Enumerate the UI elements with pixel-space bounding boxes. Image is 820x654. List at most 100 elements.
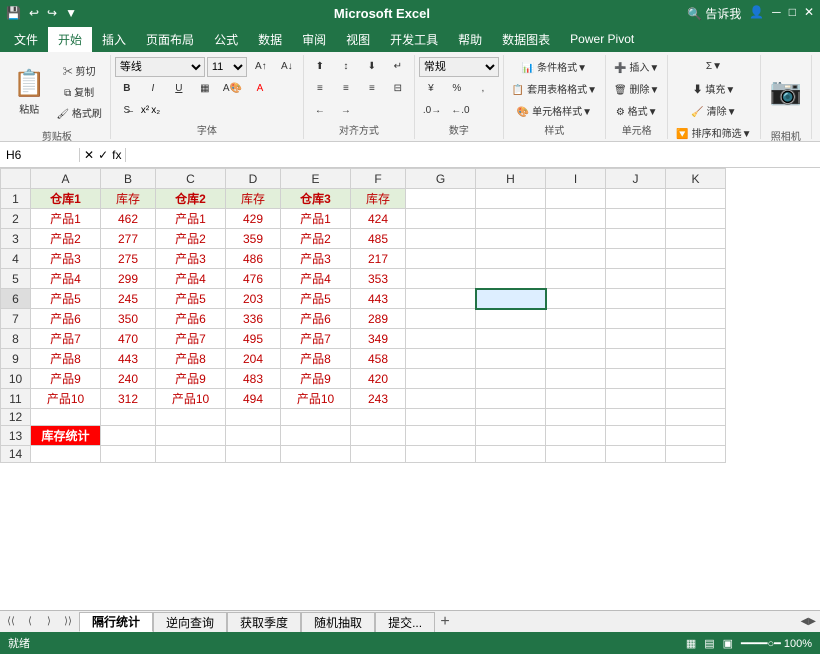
quick-save-icon[interactable]: 💾 [6, 6, 21, 20]
cell-b2[interactable]: 462 [101, 209, 156, 229]
cell-h13[interactable] [476, 426, 546, 446]
cell-b6[interactable]: 245 [101, 289, 156, 309]
decrease-decimal-btn[interactable]: ←.0 [447, 101, 473, 121]
cell-g4[interactable] [406, 249, 476, 269]
cell-c10[interactable]: 产品9 [156, 369, 226, 389]
cell-i12[interactable] [546, 409, 606, 426]
cell-b1[interactable]: 库存 [101, 189, 156, 209]
tab-view[interactable]: 视图 [336, 27, 380, 52]
row-num-13[interactable]: 13 [1, 426, 31, 446]
cell-f13[interactable] [351, 426, 406, 446]
cell-a4[interactable]: 产品3 [31, 249, 101, 269]
view-normal-icon[interactable]: ▦ [686, 637, 696, 650]
row-num-2[interactable]: 2 [1, 209, 31, 229]
cell-k10[interactable] [666, 369, 726, 389]
cell-c8[interactable]: 产品7 [156, 329, 226, 349]
cell-d5[interactable]: 476 [226, 269, 281, 289]
cell-b5[interactable]: 299 [101, 269, 156, 289]
cell-e9[interactable]: 产品8 [281, 349, 351, 369]
cell-g14[interactable] [406, 446, 476, 463]
cell-d11[interactable]: 494 [226, 389, 281, 409]
cell-k2[interactable] [666, 209, 726, 229]
fill-btn[interactable]: ⬇ 填充▼ [689, 79, 740, 99]
cell-a8[interactable]: 产品7 [31, 329, 101, 349]
cell-c5[interactable]: 产品4 [156, 269, 226, 289]
add-sheet-button[interactable]: + [435, 612, 455, 632]
cell-c4[interactable]: 产品3 [156, 249, 226, 269]
close-btn[interactable]: ✕ [804, 5, 814, 22]
font-size-select[interactable]: 11 [207, 57, 247, 77]
cell-g10[interactable] [406, 369, 476, 389]
font-name-select[interactable]: 等线 [115, 57, 205, 77]
tab-first-arrow[interactable]: ⟨⟨ [2, 612, 20, 632]
cell-b11[interactable]: 312 [101, 389, 156, 409]
formula-input[interactable] [126, 148, 820, 162]
cell-styles-btn[interactable]: 🎨 单元格样式▼ [513, 101, 596, 121]
cell-j13[interactable] [606, 426, 666, 446]
cell-j10[interactable] [606, 369, 666, 389]
cell-e11[interactable]: 产品10 [281, 389, 351, 409]
insert-btn[interactable]: ➕ 插入▼ [610, 57, 663, 77]
cell-g8[interactable] [406, 329, 476, 349]
cell-a9[interactable]: 产品8 [31, 349, 101, 369]
cell-j7[interactable] [606, 309, 666, 329]
cell-k11[interactable] [666, 389, 726, 409]
align-bottom-btn[interactable]: ⬇ [360, 57, 384, 77]
cell-a1[interactable]: 仓库1 [31, 189, 101, 209]
cell-d2[interactable]: 429 [226, 209, 281, 229]
cell-k13[interactable] [666, 426, 726, 446]
cell-f5[interactable]: 353 [351, 269, 406, 289]
insert-function-icon[interactable]: fx [112, 148, 121, 162]
cell-f12[interactable] [351, 409, 406, 426]
bold-button[interactable]: B [115, 79, 139, 99]
cell-e14[interactable] [281, 446, 351, 463]
cell-j6[interactable] [606, 289, 666, 309]
cell-a7[interactable]: 产品6 [31, 309, 101, 329]
row-num-4[interactable]: 4 [1, 249, 31, 269]
row-num-7[interactable]: 7 [1, 309, 31, 329]
cell-e8[interactable]: 产品7 [281, 329, 351, 349]
cell-j11[interactable] [606, 389, 666, 409]
cell-f10[interactable]: 420 [351, 369, 406, 389]
cell-k5[interactable] [666, 269, 726, 289]
superscript-btn[interactable]: x² [141, 105, 149, 116]
row-num-5[interactable]: 5 [1, 269, 31, 289]
cell-d14[interactable] [226, 446, 281, 463]
tab-file[interactable]: 文件 [4, 27, 48, 52]
cell-e10[interactable]: 产品9 [281, 369, 351, 389]
cell-a3[interactable]: 产品2 [31, 229, 101, 249]
align-top-btn[interactable]: ⬆ [308, 57, 332, 77]
cell-e12[interactable] [281, 409, 351, 426]
col-header-g[interactable]: G [406, 169, 476, 189]
cell-i10[interactable] [546, 369, 606, 389]
cell-k9[interactable] [666, 349, 726, 369]
cell-e1[interactable]: 仓库3 [281, 189, 351, 209]
cell-b13[interactable] [101, 426, 156, 446]
cell-f8[interactable]: 349 [351, 329, 406, 349]
cell-d8[interactable]: 495 [226, 329, 281, 349]
cell-h12[interactable] [476, 409, 546, 426]
cell-j5[interactable] [606, 269, 666, 289]
row-num-9[interactable]: 9 [1, 349, 31, 369]
tab-home[interactable]: 开始 [48, 27, 92, 52]
zoom-slider[interactable]: ━━━━○━ 100% [741, 637, 812, 650]
cell-c6[interactable]: 产品5 [156, 289, 226, 309]
cell-b9[interactable]: 443 [101, 349, 156, 369]
minimize-btn[interactable]: ─ [772, 5, 781, 22]
tab-page-layout[interactable]: 页面布局 [136, 27, 204, 52]
horizontal-scrollbar[interactable]: ◀▶ [455, 616, 820, 627]
cell-d12[interactable] [226, 409, 281, 426]
row-num-11[interactable]: 11 [1, 389, 31, 409]
cell-f7[interactable]: 289 [351, 309, 406, 329]
cell-d6[interactable]: 203 [226, 289, 281, 309]
cell-f11[interactable]: 243 [351, 389, 406, 409]
user-icon[interactable]: 👤 [749, 5, 764, 22]
sort-filter-btn[interactable]: 🔽 排序和筛选▼ [672, 123, 755, 143]
cell-d4[interactable]: 486 [226, 249, 281, 269]
cell-g13[interactable] [406, 426, 476, 446]
cell-h9[interactable] [476, 349, 546, 369]
row-num-12[interactable]: 12 [1, 409, 31, 426]
sheet-tab-gehangtongji[interactable]: 隔行统计 [79, 612, 153, 632]
cell-h8[interactable] [476, 329, 546, 349]
row-num-1[interactable]: 1 [1, 189, 31, 209]
